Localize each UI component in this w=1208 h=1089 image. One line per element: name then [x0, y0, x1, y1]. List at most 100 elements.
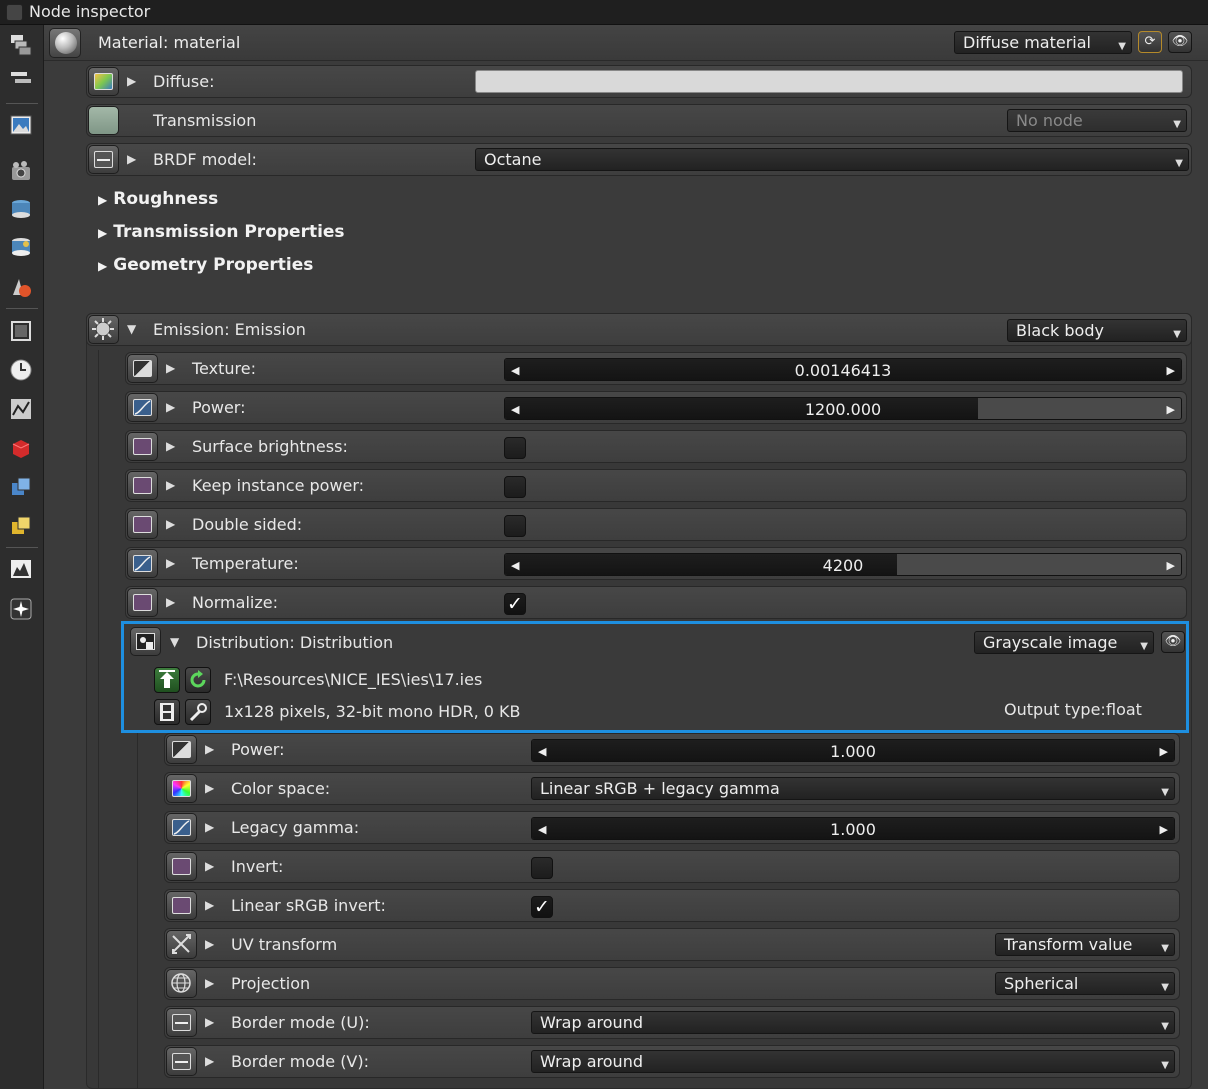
material-type-dropdown[interactable]: Diffuse material ▼	[954, 31, 1132, 54]
bool-icon[interactable]	[166, 852, 197, 881]
graph-icon[interactable]	[9, 397, 33, 421]
expand-arrow-icon[interactable]: ▶	[166, 595, 175, 609]
group-geometry-properties[interactable]: ▶ Geometry Properties	[98, 255, 313, 275]
texture-slider[interactable]: ◀ 0.00146413 ▶	[504, 358, 1182, 381]
shapes-icon[interactable]	[9, 275, 33, 299]
diffuse-color-swatch[interactable]	[475, 70, 1183, 93]
bool-icon[interactable]	[127, 432, 158, 461]
expand-arrow-icon[interactable]: ▶	[166, 478, 175, 492]
panel-toggle[interactable]	[6, 4, 23, 21]
frame-icon[interactable]	[9, 319, 33, 343]
expand-arrow-icon[interactable]: ▶	[205, 781, 214, 795]
outliner-icon[interactable]	[9, 67, 33, 91]
diffuse-label: Diffuse:	[153, 72, 215, 91]
expand-arrow-icon[interactable]: ▶	[205, 820, 214, 834]
border-mode-v-dropdown[interactable]: Wrap around ▼	[531, 1050, 1175, 1073]
power-row: ▶ Power: ◀ 1200.000 ▶	[125, 391, 1187, 424]
layers-icon[interactable]	[9, 33, 33, 57]
wrench-icon[interactable]	[185, 699, 211, 725]
surface-brightness-checkbox[interactable]	[504, 437, 526, 459]
load-file-icon[interactable]	[154, 667, 180, 693]
globe-icon[interactable]	[166, 969, 197, 998]
burst-icon[interactable]	[9, 597, 33, 621]
expand-arrow-icon[interactable]: ▶	[205, 976, 214, 990]
texture-icon[interactable]	[88, 67, 119, 96]
transform-icon[interactable]	[166, 930, 197, 959]
transmission-dropdown[interactable]: No node ▼	[1007, 109, 1187, 132]
temperature-slider[interactable]: ◀ 4200 ▶	[504, 553, 1182, 576]
invert-checkbox[interactable]	[531, 857, 553, 879]
uv-transform-dropdown[interactable]: Transform value ▼	[995, 933, 1175, 956]
bool-icon[interactable]	[166, 891, 197, 920]
database-icon[interactable]	[9, 197, 33, 221]
collapse-arrow-icon[interactable]: ▼	[170, 635, 179, 649]
collapse-arrow-icon[interactable]: ▼	[127, 322, 136, 336]
bool-icon[interactable]	[127, 510, 158, 539]
float-icon[interactable]	[127, 393, 158, 422]
expand-arrow-icon[interactable]: ▶	[127, 74, 136, 88]
distribution-panel: ▼ Distribution: Distribution Grayscale i…	[121, 621, 1189, 733]
normalize-checkbox[interactable]: ✓	[504, 593, 526, 615]
expand-arrow-icon[interactable]: ▶	[205, 1015, 214, 1029]
border-mode-u-dropdown[interactable]: Wrap around ▼	[531, 1011, 1175, 1034]
bool-icon[interactable]	[127, 471, 158, 500]
surface-brightness-row: ▶ Surface brightness:	[125, 430, 1187, 463]
expand-arrow-icon[interactable]: ▶	[205, 937, 214, 951]
linear-srgb-invert-label: Linear sRGB invert:	[231, 896, 386, 915]
expand-arrow-icon[interactable]: ▶	[205, 1054, 214, 1068]
dist-power-label: Power:	[231, 740, 285, 759]
transmission-color-icon[interactable]	[88, 106, 119, 135]
double-sided-checkbox[interactable]	[504, 515, 526, 537]
distribution-type-dropdown[interactable]: Grayscale image ▼	[974, 631, 1154, 654]
eye-icon[interactable]: 👁	[1168, 31, 1192, 53]
reload-icon[interactable]	[185, 667, 211, 693]
camera-icon[interactable]	[9, 159, 33, 183]
expand-arrow-icon[interactable]: ▶	[166, 400, 175, 414]
eye-icon[interactable]: 👁	[1161, 631, 1185, 653]
emission-icon[interactable]	[88, 315, 119, 344]
normalize-label: Normalize:	[192, 593, 278, 612]
bool-icon[interactable]	[127, 588, 158, 617]
enum-icon[interactable]	[88, 145, 119, 174]
color-wheel-icon[interactable]	[166, 774, 197, 803]
yellow-cubes-icon[interactable]	[9, 514, 33, 538]
keep-instance-power-checkbox[interactable]	[504, 476, 526, 498]
expand-arrow-icon[interactable]: ▶	[205, 742, 214, 756]
group-roughness[interactable]: ▶ Roughness	[98, 189, 218, 209]
expand-arrow-icon[interactable]: ▶	[166, 361, 175, 375]
expand-arrow-icon[interactable]: ▶	[166, 439, 175, 453]
color-space-dropdown[interactable]: Linear sRGB + legacy gamma ▼	[531, 777, 1175, 800]
enum-icon[interactable]	[166, 1008, 197, 1037]
expand-arrow-icon[interactable]: ▶	[166, 556, 175, 570]
float-icon[interactable]	[166, 813, 197, 842]
texture-icon[interactable]	[166, 735, 197, 764]
group-transmission-properties[interactable]: ▶ Transmission Properties	[98, 222, 345, 242]
expand-arrow-icon[interactable]: ▶	[127, 152, 136, 166]
float-icon[interactable]	[127, 549, 158, 578]
enum-icon[interactable]	[166, 1047, 197, 1076]
expand-arrow-icon[interactable]: ▶	[205, 898, 214, 912]
power-label: Power:	[192, 398, 246, 417]
blue-cubes-icon[interactable]	[9, 475, 33, 499]
border-mode-u-row: ▶ Border mode (U): Wrap around ▼	[164, 1006, 1180, 1039]
power-slider[interactable]: ◀ 1200.000 ▶	[504, 397, 1182, 420]
image-icon[interactable]	[9, 113, 33, 137]
linear-srgb-invert-checkbox[interactable]: ✓	[531, 896, 553, 918]
expand-arrow-icon[interactable]: ▶	[166, 517, 175, 531]
texture-icon[interactable]	[127, 354, 158, 383]
legacy-gamma-slider[interactable]: ◀ 1.000 ▶	[531, 817, 1175, 840]
clock-icon[interactable]	[9, 358, 33, 382]
database-icon-2[interactable]	[9, 235, 33, 259]
film-strip-icon[interactable]	[154, 699, 180, 725]
brdf-dropdown[interactable]: Octane ▼	[475, 148, 1189, 171]
projection-dropdown[interactable]: Spherical ▼	[995, 972, 1175, 995]
emission-type-dropdown[interactable]: Black body ▼	[1007, 319, 1187, 342]
image-texture-icon[interactable]	[130, 627, 161, 656]
expand-arrow-icon[interactable]: ▶	[205, 859, 214, 873]
red-cube-icon[interactable]	[9, 436, 33, 460]
dist-power-slider[interactable]: ◀ 1.000 ▶	[531, 739, 1175, 762]
distribution-label: Distribution: Distribution	[196, 633, 394, 652]
refresh-icon[interactable]: ⟳	[1138, 31, 1162, 53]
material-preview-icon[interactable]	[49, 28, 81, 58]
histogram-icon[interactable]	[9, 557, 33, 581]
